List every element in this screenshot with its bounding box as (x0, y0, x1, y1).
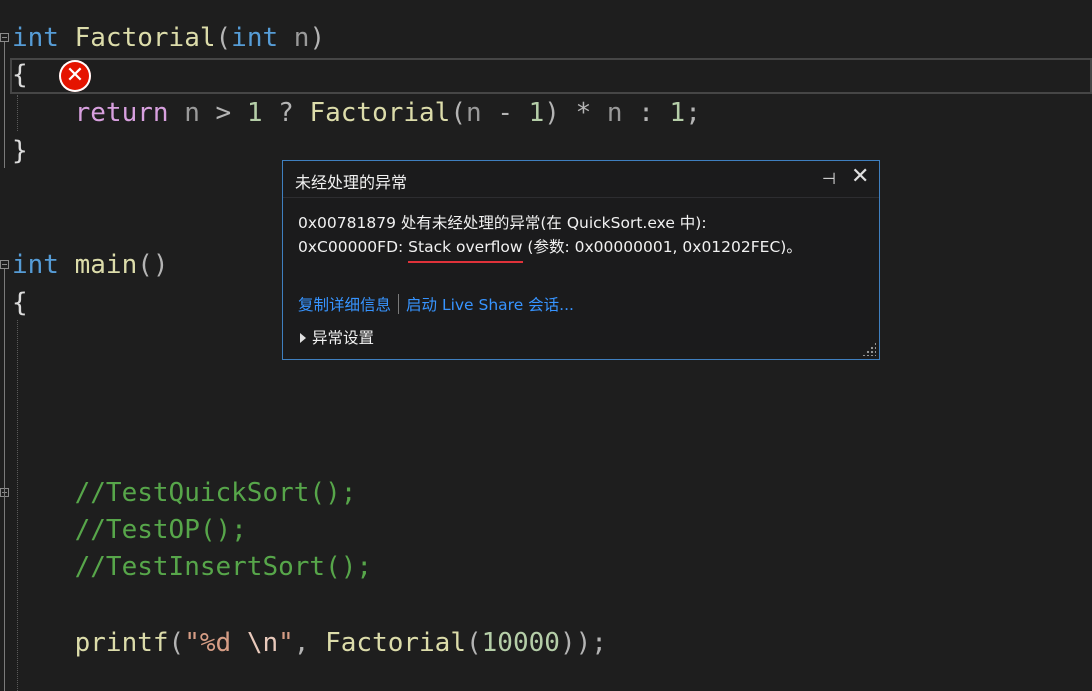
stack-overflow-text: Stack overflow (408, 238, 523, 263)
error-glyph: ✕ (65, 63, 85, 88)
keyword-return: return (74, 98, 169, 128)
punctuation: () (137, 250, 169, 280)
punctuation: ( (168, 628, 185, 658)
function-name: Factorial (309, 98, 451, 128)
punctuation: , (293, 628, 310, 658)
code-editor[interactable]: int Factorial(int n) { ✕ return n > 1 ? … (0, 0, 1092, 691)
popup-title-divider (283, 197, 879, 198)
string-literal: "%d (184, 628, 247, 658)
code-line-main-signature[interactable]: int main() (12, 246, 169, 284)
number: 1 (669, 98, 686, 128)
code-line-comment-testop[interactable]: //TestOP(); (12, 511, 247, 549)
current-line-highlight (10, 58, 1092, 94)
close-icon[interactable]: ✕ (851, 165, 869, 189)
code-line-close-brace-factorial[interactable]: } (12, 132, 28, 170)
exception-settings-toggle[interactable]: 异常设置 (300, 326, 374, 348)
operator: - (497, 98, 513, 128)
exception-settings-label: 异常设置 (312, 329, 375, 347)
code-line-open-brace-main[interactable]: { (12, 284, 28, 322)
number: 10000 (481, 628, 560, 658)
punctuation: )); (559, 628, 607, 658)
punctuation: ; (685, 98, 701, 128)
operator: > (215, 98, 232, 128)
punctuation: ) (309, 23, 326, 53)
function-name: Factorial (74, 23, 216, 53)
brace: { (12, 60, 28, 90)
brace: { (12, 288, 28, 318)
code-line-comment-insertsort[interactable]: //TestInsertSort(); (12, 548, 372, 586)
brace: } (12, 136, 28, 166)
punctuation: ( (215, 23, 232, 53)
comment: //TestQuickSort(); (74, 478, 357, 508)
comment: //TestInsertSort(); (74, 552, 373, 582)
expand-triangle-icon (300, 333, 306, 343)
fold-toggle-main[interactable] (0, 260, 9, 269)
operator: * (575, 98, 592, 128)
function-name: main (74, 250, 138, 280)
parameter: n (466, 98, 482, 128)
code-line-factorial-signature[interactable]: int Factorial(int n) (12, 19, 325, 57)
copy-details-link[interactable]: 复制详细信息 (298, 296, 391, 314)
parameter: n (293, 23, 310, 53)
code-line-printf[interactable]: printf("%d \n", Factorial(10000)); (12, 624, 607, 662)
operator: ? (278, 98, 294, 128)
code-line-return[interactable]: return n > 1 ? Factorial(n - 1) * n : 1; (12, 94, 701, 132)
start-live-share-link[interactable]: 启动 Live Share 会话... (406, 296, 574, 314)
number: 1 (528, 98, 545, 128)
string-literal: " (278, 628, 294, 658)
keyword: int (12, 250, 59, 280)
escape-sequence: \n (246, 628, 279, 658)
number: 1 (246, 98, 263, 128)
parameter: n (606, 98, 623, 128)
function-name: printf (74, 628, 169, 658)
keyword: int (231, 23, 279, 53)
exception-params: (参数: 0x00000001, 0x01202FEC)。 (522, 238, 802, 256)
pin-icon[interactable]: ⊣ (822, 169, 836, 188)
error-x-icon: ✕ (59, 60, 91, 92)
parameter: n (184, 98, 200, 128)
exception-code: 0xC00000FD: (298, 238, 409, 256)
comment: //TestOP(); (74, 515, 247, 545)
keyword: int (12, 23, 59, 53)
exception-message-line-1: 0x00781879 处有未经处理的异常(在 QuickSort.exe 中): (298, 211, 707, 233)
resize-grip-icon[interactable] (862, 342, 876, 356)
code-line-open-brace-factorial[interactable]: { (12, 56, 28, 94)
exception-message-text: 0x00781879 处有未经处理的异常(在 QuickSort.exe 中): (298, 214, 707, 232)
outline-guide-main (4, 269, 5, 691)
punctuation: ( (450, 98, 466, 128)
punctuation: ) (544, 98, 560, 128)
popup-title: 未经处理的异常 (295, 173, 408, 192)
popup-links: 复制详细信息 启动 Live Share 会话... (298, 293, 574, 315)
exception-message-line-2: 0xC00000FD: Stack overflow (参数: 0x000000… (298, 235, 802, 263)
fold-toggle-factorial[interactable] (0, 33, 9, 42)
operator: : (638, 98, 654, 128)
punctuation: ( (466, 628, 482, 658)
function-name: Factorial (325, 628, 466, 658)
link-divider (398, 294, 400, 314)
outline-guide-factorial (4, 42, 5, 168)
code-line-comment-quicksort[interactable]: //TestQuickSort(); (12, 474, 357, 512)
exception-popup: 未经处理的异常 ⊣ ✕ 0x00781879 处有未经处理的异常(在 Quick… (282, 160, 880, 360)
